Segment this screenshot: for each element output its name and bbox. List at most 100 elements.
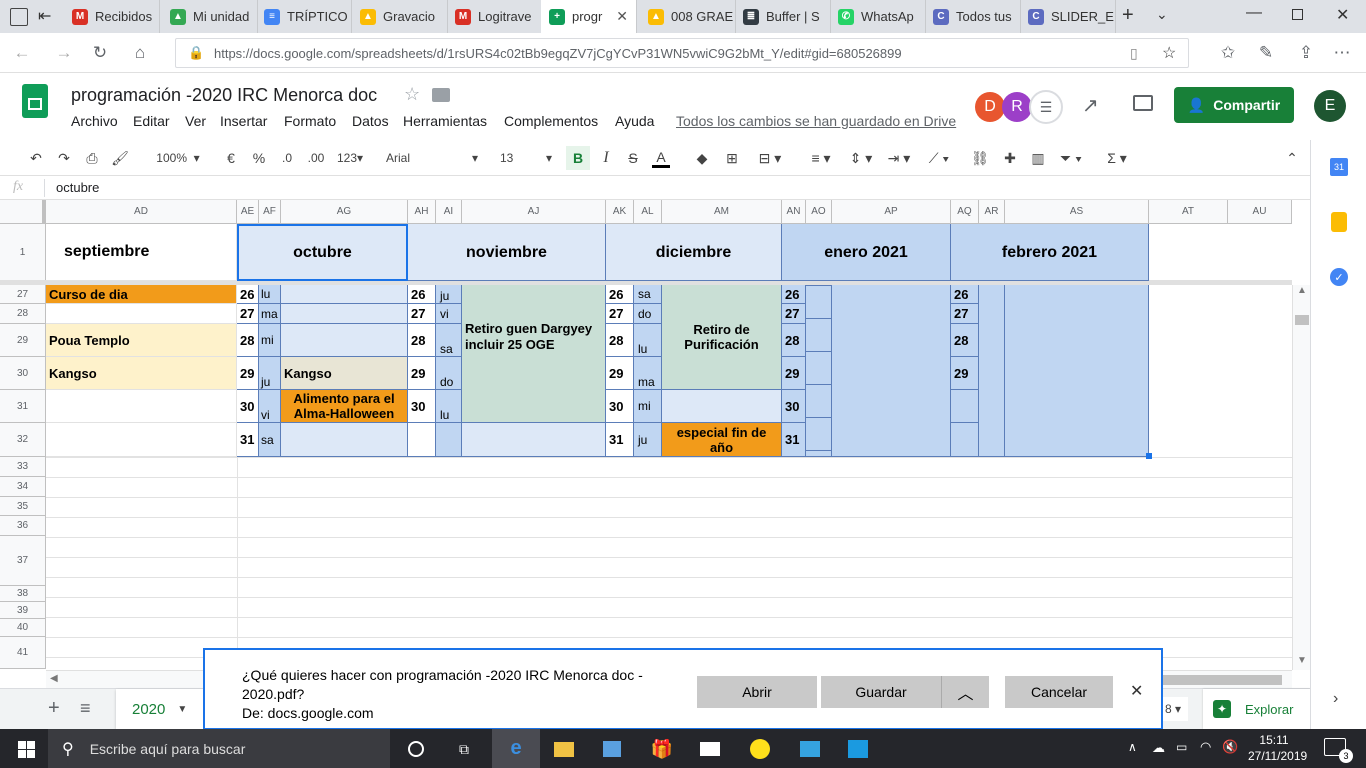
browser-tab[interactable]: M Recibidos xyxy=(64,0,160,33)
vertical-scrollbar[interactable]: ▲ ▼ xyxy=(1292,285,1310,670)
nov-day-26[interactable]: 26 xyxy=(408,285,436,304)
cell-ag30[interactable]: Kangso xyxy=(281,357,408,390)
oct-wd-sa[interactable]: sa xyxy=(259,423,281,457)
currency-button[interactable]: € xyxy=(222,148,240,168)
row-header-35[interactable]: 35 xyxy=(0,497,46,516)
browser-tab[interactable]: ▲ Mi unidad xyxy=(162,0,258,33)
merge-cells-icon[interactable]: ⊟ ▾ xyxy=(752,148,788,168)
row-header-33[interactable]: 33 xyxy=(0,457,46,477)
col-header-ah[interactable]: AH xyxy=(408,200,436,224)
oct-day-26[interactable]: 26 xyxy=(237,285,259,304)
ene-day-30[interactable]: 30 xyxy=(782,390,806,423)
browser-tab[interactable]: ▲ Gravacio xyxy=(352,0,448,33)
sheet-tab-menu-icon[interactable]: ▼ xyxy=(177,704,187,715)
star-icon[interactable]: ☆ xyxy=(404,84,420,105)
pen-icon[interactable]: ✎ xyxy=(1254,41,1278,65)
row-header-27[interactable]: 27 xyxy=(0,285,46,304)
percent-button[interactable]: % xyxy=(250,148,268,168)
oct-day-28[interactable]: 28 xyxy=(237,324,259,357)
keep-icon[interactable] xyxy=(1331,212,1347,232)
battery-icon[interactable]: ▭ xyxy=(1176,740,1187,754)
comments-icon[interactable] xyxy=(1133,95,1153,111)
dic-wd-lu[interactable]: lu xyxy=(634,324,662,357)
scroll-thumb[interactable] xyxy=(1295,315,1309,325)
cell-ad27[interactable]: Curso de dia xyxy=(46,285,237,304)
home-icon[interactable]: ⌂ xyxy=(128,41,152,65)
paint-format-icon[interactable]: 🖌 xyxy=(110,148,130,168)
col-header-ao[interactable]: AO xyxy=(806,200,832,224)
sheet-tab-2020[interactable]: 2020 ▼ xyxy=(116,689,204,729)
row-header-29[interactable]: 29 xyxy=(0,324,46,357)
ene-day-31[interactable]: 31 xyxy=(782,423,806,457)
cortana-icon[interactable] xyxy=(404,737,428,761)
cell-am32[interactable]: especial fin de año xyxy=(662,423,782,457)
col-header-al[interactable]: AL xyxy=(634,200,662,224)
cell-aj32[interactable] xyxy=(462,423,606,457)
cell-ag32[interactable] xyxy=(281,423,408,457)
col-header-ae[interactable]: AE xyxy=(237,200,259,224)
close-tab-icon[interactable]: ✕ xyxy=(616,8,628,25)
sidebar-toggle-icon[interactable] xyxy=(10,8,28,26)
font-size-select[interactable]: 13 ▾ xyxy=(500,148,552,168)
all-sheets-icon[interactable]: ≡ xyxy=(80,698,91,719)
select-all-corner[interactable] xyxy=(0,200,46,224)
row-header-1[interactable]: 1 xyxy=(0,224,46,281)
add-sheet-icon[interactable]: + xyxy=(48,697,60,720)
new-tab-icon[interactable]: + xyxy=(1122,4,1134,27)
menu-ver[interactable]: Ver xyxy=(185,113,206,129)
col-header-ar[interactable]: AR xyxy=(979,200,1005,224)
feb-day-empty-32[interactable] xyxy=(951,423,979,457)
col-header-an[interactable]: AN xyxy=(782,200,806,224)
tasks-icon[interactable]: ✓ xyxy=(1330,268,1348,286)
cell-ag31[interactable]: Alimento para el Alma-Halloween xyxy=(281,390,408,423)
mailchimp-icon[interactable] xyxy=(748,737,772,761)
row-header-37[interactable]: 37 xyxy=(0,536,46,586)
zoom-select[interactable]: 100% ▾ xyxy=(148,148,208,168)
undo-icon[interactable]: ↶ xyxy=(26,148,46,168)
cell-febrero-header[interactable]: febrero 2021 xyxy=(951,224,1149,281)
open-button[interactable]: Abrir xyxy=(697,676,817,708)
edge-icon[interactable]: e xyxy=(492,729,540,768)
cell-diciembre-header[interactable]: diciembre xyxy=(606,224,782,281)
cancel-button[interactable]: Cancelar xyxy=(1005,676,1113,708)
cell-ad31[interactable] xyxy=(46,390,237,423)
dic-wd-sa[interactable]: sa xyxy=(634,285,662,304)
feb-events-col[interactable] xyxy=(1005,285,1149,457)
decrease-decimal-button[interactable]: .0 xyxy=(276,148,298,168)
ene-wd-col[interactable] xyxy=(806,285,832,457)
cell-ag28[interactable] xyxy=(281,304,408,324)
dic-day-29[interactable]: 29 xyxy=(606,357,634,390)
row-header-36[interactable]: 36 xyxy=(0,516,46,536)
browser-tab[interactable]: M Logitrave xyxy=(447,0,543,33)
menu-ayuda[interactable]: Ayuda xyxy=(615,113,654,129)
clock[interactable]: 15:11 27/11/2019 xyxy=(1248,732,1307,764)
cell-ad1[interactable]: septiembre xyxy=(46,224,237,281)
browser-tab[interactable]: C SLIDER_E xyxy=(1020,0,1116,33)
browser-tab[interactable]: C Todos tus xyxy=(925,0,1021,33)
oct-wd-vi[interactable]: vi xyxy=(259,390,281,423)
col-header-ap[interactable]: AP xyxy=(832,200,951,224)
link-icon[interactable]: ⛓ xyxy=(970,148,990,168)
row-header-39[interactable]: 39 xyxy=(0,602,46,619)
close-window-icon[interactable]: ✕ xyxy=(1336,5,1349,25)
row-header-31[interactable]: 31 xyxy=(0,390,46,423)
oct-day-30[interactable]: 30 xyxy=(237,390,259,423)
h-scroll-thumb[interactable] xyxy=(1162,675,1282,685)
col-header-am[interactable]: AM xyxy=(662,200,782,224)
scroll-up-icon[interactable]: ▲ xyxy=(1297,285,1307,296)
expand-panel-icon[interactable]: › xyxy=(1333,690,1338,708)
store-icon[interactable] xyxy=(600,737,624,761)
cell-ag29[interactable] xyxy=(281,324,408,357)
doc-title[interactable]: programación -2020 IRC Menorca doc xyxy=(71,85,377,106)
selection-handle[interactable] xyxy=(1146,453,1152,459)
collapse-toolbar-icon[interactable]: ⌃ xyxy=(1282,148,1302,168)
feb-wd-col[interactable] xyxy=(979,285,1005,457)
text-wrap-icon[interactable]: ⇥ ▾ xyxy=(884,148,914,168)
feb-day-26[interactable]: 26 xyxy=(951,285,979,304)
nov-wd-ju[interactable]: ju xyxy=(436,285,462,304)
browser-tab[interactable]: ≣ Buffer | S xyxy=(735,0,831,33)
col-header-aj[interactable]: AJ xyxy=(462,200,606,224)
avatar-r[interactable]: R xyxy=(1002,92,1032,122)
cell-ah32[interactable] xyxy=(408,423,436,457)
back-icon[interactable]: ← xyxy=(10,41,34,65)
